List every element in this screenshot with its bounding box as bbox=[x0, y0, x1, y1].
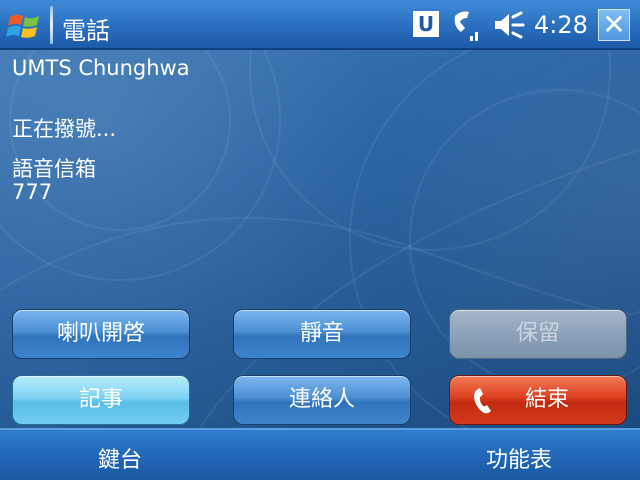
contacts-button[interactable]: 連絡人 bbox=[233, 375, 411, 425]
contacts-label: 連絡人 bbox=[288, 387, 355, 412]
softkey-bar: 鍵台 功能表 bbox=[0, 428, 640, 480]
notes-label: 記事 bbox=[78, 387, 123, 412]
clock[interactable]: 4:28 bbox=[534, 11, 588, 39]
call-screen: UMTS Chunghwa 正在撥號... 語音信箱 777 喇叭開啓 靜音 保… bbox=[0, 50, 640, 428]
speaker-on-button[interactable]: 喇叭開啓 bbox=[12, 309, 190, 359]
call-status: 正在撥號... bbox=[12, 117, 117, 141]
title-separator bbox=[50, 6, 53, 44]
phone-handset-icon bbox=[474, 388, 491, 414]
windows-start-icon[interactable] bbox=[6, 9, 44, 43]
close-button[interactable]: ✕ bbox=[598, 9, 630, 41]
end-call-button[interactable]: 結束 bbox=[449, 375, 627, 425]
background-swirls bbox=[0, 50, 640, 428]
close-icon: ✕ bbox=[602, 8, 626, 41]
mute-button[interactable]: 靜音 bbox=[233, 309, 411, 359]
softkey-menu[interactable]: 功能表 bbox=[486, 442, 552, 474]
carrier-name: UMTS Chunghwa bbox=[12, 56, 190, 80]
speaker-on-label: 喇叭開啓 bbox=[56, 321, 145, 346]
contact-number: 777 bbox=[12, 180, 53, 204]
hold-label: 保留 bbox=[515, 321, 560, 346]
hold-button[interactable]: 保留 bbox=[449, 309, 627, 359]
contact-name: 語音信箱 bbox=[12, 157, 96, 181]
mute-label: 靜音 bbox=[299, 321, 344, 346]
volume-icon[interactable] bbox=[492, 11, 526, 39]
app-title: 電話 bbox=[62, 17, 110, 45]
softkey-keypad[interactable]: 鍵台 bbox=[98, 442, 142, 474]
end-call-label: 結束 bbox=[524, 387, 569, 412]
notes-button[interactable]: 記事 bbox=[12, 375, 190, 425]
u-badge-icon[interactable]: U bbox=[413, 11, 439, 37]
title-bar: 電話 U 4:28 ✕ bbox=[0, 0, 640, 50]
phone-signal-icon[interactable] bbox=[449, 8, 483, 44]
